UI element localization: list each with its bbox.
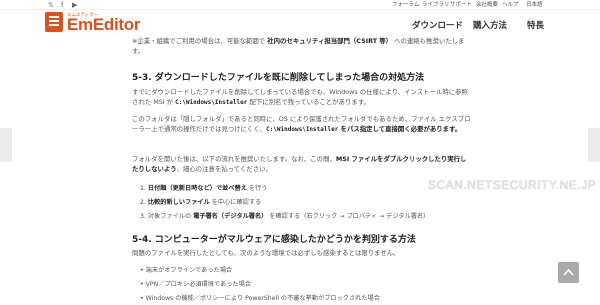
youtube-icon[interactable]: ▶ xyxy=(72,1,77,9)
paragraph-caution: フォルダを開いた後は、以下の流れを推奨いたします。なお、この間、MSI ファイル… xyxy=(132,155,467,173)
utility-link-help[interactable]: ヘルプ xyxy=(502,1,519,9)
chevron-up-icon xyxy=(563,268,574,276)
intro-paragraph: ※企業・組織でご利用の場合は、可能な範囲で 社内のセキュリティ担当部門（CSIR… xyxy=(132,37,465,55)
logo-text[interactable]: EmEditor xyxy=(67,16,140,33)
top-bar: 𝕏 f ▶ フォーラム ライブラリ サポート 会社概要 ヘルプ 日本語 xyxy=(0,0,600,10)
utility-link-forum[interactable]: フォーラム xyxy=(392,1,419,9)
scroll-to-top-button[interactable] xyxy=(558,262,579,283)
nav-features[interactable]: 特長 xyxy=(527,19,544,31)
utility-link-company[interactable]: 会社概要 xyxy=(476,1,498,9)
emeditor-logo-icon[interactable] xyxy=(45,12,63,32)
utility-link-library[interactable]: ライブラリ xyxy=(422,1,450,9)
prev-article-tab[interactable] xyxy=(0,128,12,162)
section-heading-5-3: 5-3. ダウンロードしたファイルを既に削除してしまった場合の対処方法 xyxy=(132,73,425,83)
paragraph-hidden-folder: このフォルダは「隠しフォルダ」であると同時に、OS により保護されたフォルダでも… xyxy=(132,115,471,133)
section-heading-5-4: 5-4. コンピューターがマルウェアに感染したかどうかを判別する方法 xyxy=(132,235,416,245)
utility-link-support[interactable]: サポート xyxy=(450,1,472,9)
utility-link-language[interactable]: 日本語 xyxy=(526,1,543,9)
bullet-item: • 端末がオフラインであった場合 xyxy=(140,267,233,274)
nav-download[interactable]: ダウンロード xyxy=(412,19,463,31)
watermark: SCAN.NETSECURITY.NE.JP xyxy=(428,178,597,192)
next-article-tab[interactable] xyxy=(588,128,600,162)
list-item: 3. 対象ファイルの 電子署名（デジタル署名） を確認する（右クリック → プロパ… xyxy=(140,213,430,220)
x-twitter-icon[interactable]: 𝕏 xyxy=(48,1,54,9)
paragraph-infection: 問題のファイルを実行したとしても、次のような環境では必ずしも感染するとは限りませ… xyxy=(132,249,400,257)
nav-purchase[interactable]: 購入方法 xyxy=(473,19,507,31)
list-item: 1. 日付順（更新日時など）で並べ替え を行う xyxy=(140,185,268,192)
bullet-item: • Windows の機能／ポリシーにより PowerShell の不審な挙動がブ… xyxy=(140,295,380,302)
paragraph-installer-folder: すでにダウンロードしたファイルを削除してしまっている場合でも、Windows の… xyxy=(132,88,468,106)
facebook-icon[interactable]: f xyxy=(61,1,63,9)
list-item: 2. 比較的新しいファイル を中心に確認する xyxy=(140,199,262,206)
bullet-item: • VPN／プロキシ必須環境であった場合 xyxy=(140,281,251,288)
